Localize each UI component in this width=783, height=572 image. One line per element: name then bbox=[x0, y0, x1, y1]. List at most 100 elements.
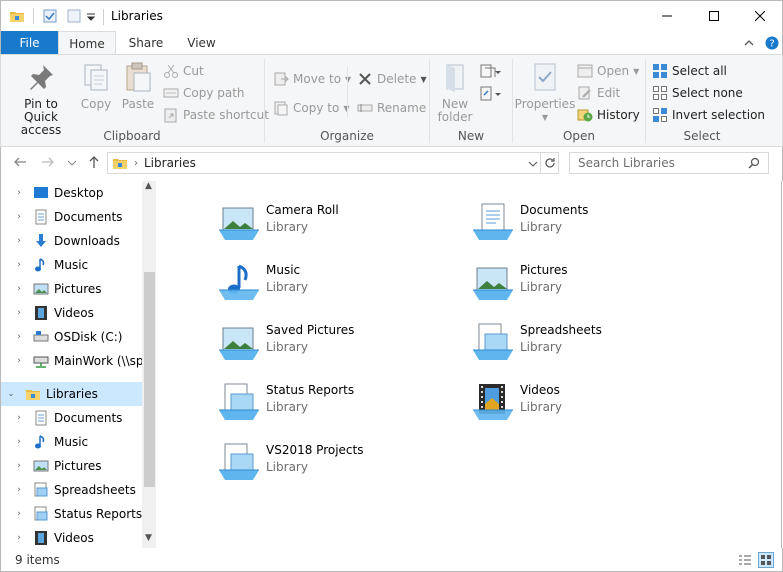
paste-shortcut-button[interactable]: Paste shortcut bbox=[163, 105, 269, 125]
collapse-ribbon-icon[interactable] bbox=[743, 38, 755, 48]
chevron-right-icon[interactable]: › bbox=[13, 212, 25, 222]
maximize-button[interactable] bbox=[691, 1, 736, 31]
chevron-down-icon[interactable] bbox=[86, 8, 96, 24]
library-tile-videos[interactable]: Videos Library bbox=[469, 380, 709, 436]
copy-path-button[interactable]: Copy path bbox=[163, 83, 245, 103]
move-to-button[interactable]: Move to ▼ bbox=[273, 69, 351, 89]
nav-item-lib-pictures[interactable]: › Pictures bbox=[1, 454, 142, 478]
chevron-right-icon[interactable]: › bbox=[13, 485, 25, 495]
select-all-icon bbox=[653, 64, 667, 78]
library-tile-spreadsheets[interactable]: Spreadsheets Library bbox=[469, 320, 709, 376]
select-all-button[interactable]: Select all bbox=[652, 61, 727, 81]
copy-to-button[interactable]: Copy to ▼ bbox=[273, 98, 349, 118]
minimize-button[interactable] bbox=[644, 1, 689, 31]
nav-item-documents[interactable]: › Documents bbox=[1, 205, 142, 229]
library-type: Library bbox=[266, 400, 308, 414]
nav-item-spreadsheets[interactable]: › Spreadsheets bbox=[1, 478, 142, 502]
invert-selection-button[interactable]: Invert selection bbox=[652, 105, 765, 125]
nav-item-osdisk[interactable]: › OSDisk (C:) bbox=[1, 325, 142, 349]
search-input[interactable]: Search Libraries bbox=[569, 152, 769, 174]
back-arrow-icon[interactable] bbox=[13, 155, 27, 169]
nav-item-pictures[interactable]: › Pictures bbox=[1, 277, 142, 301]
scroll-down-icon[interactable]: ▼ bbox=[145, 533, 152, 543]
select-none-button[interactable]: Select none bbox=[652, 83, 743, 103]
open-button[interactable]: Open ▼ bbox=[577, 61, 639, 81]
large-icons-view-icon[interactable] bbox=[758, 552, 774, 568]
nav-item-label: Libraries bbox=[46, 387, 98, 401]
tab-file[interactable]: File bbox=[1, 31, 58, 55]
nav-item-mainwork[interactable]: › MainWork (\\spa bbox=[1, 349, 142, 373]
close-button[interactable] bbox=[737, 1, 782, 31]
chevron-right-icon[interactable]: › bbox=[13, 356, 25, 366]
nav-item-videos[interactable]: › Videos bbox=[1, 301, 142, 325]
nav-item-libraries[interactable]: ⌄ Libraries bbox=[1, 382, 142, 406]
breadcrumb-libraries[interactable]: Libraries bbox=[144, 156, 196, 170]
library-tile-documents[interactable]: Documents Library bbox=[469, 200, 709, 256]
tab-share[interactable]: Share bbox=[121, 31, 171, 55]
chevron-right-icon[interactable]: › bbox=[13, 413, 25, 423]
nav-item-desktop[interactable]: › Desktop bbox=[1, 181, 142, 205]
library-name: Documents bbox=[520, 203, 589, 217]
search-icon bbox=[748, 157, 760, 169]
nav-scrollbar[interactable]: ▲ ▼ bbox=[142, 181, 156, 548]
pin-quick-access-button[interactable]: Pin to Quick access bbox=[7, 61, 75, 137]
paste-shortcut-label: Paste shortcut bbox=[183, 108, 269, 122]
forward-arrow-icon[interactable] bbox=[41, 155, 55, 169]
music-icon bbox=[35, 258, 45, 272]
tab-home[interactable]: Home bbox=[58, 31, 116, 55]
copy-button[interactable]: Copy bbox=[78, 61, 114, 111]
chevron-right-icon[interactable]: › bbox=[13, 437, 25, 447]
new-item-icon[interactable] bbox=[480, 64, 502, 80]
new-folder-icon[interactable] bbox=[66, 8, 82, 24]
chevron-down-icon[interactable]: ⌄ bbox=[5, 389, 17, 399]
chevron-right-icon[interactable]: › bbox=[13, 308, 25, 318]
tab-view[interactable]: View bbox=[179, 31, 224, 55]
library-tile-pictures[interactable]: Pictures Library bbox=[469, 260, 709, 316]
chevron-right-icon[interactable]: › bbox=[13, 533, 25, 543]
address-dropdown-icon[interactable] bbox=[528, 160, 538, 168]
open-label: Open bbox=[597, 64, 630, 78]
library-tile-vs2018-projects[interactable]: VS2018 Projects Library bbox=[215, 440, 455, 496]
library-name: VS2018 Projects bbox=[266, 443, 364, 457]
nav-item-status-reports[interactable]: › Status Reports bbox=[1, 502, 142, 526]
chevron-right-icon[interactable]: › bbox=[13, 260, 25, 270]
edit-button[interactable]: Edit bbox=[577, 83, 620, 103]
quick-access-toolbar bbox=[9, 8, 96, 24]
chevron-right-icon[interactable]: › bbox=[13, 284, 25, 294]
rename-button[interactable]: Rename bbox=[357, 98, 426, 118]
new-folder-button[interactable]: New folder bbox=[436, 61, 474, 124]
recent-locations-icon[interactable] bbox=[67, 159, 77, 167]
chevron-right-icon[interactable]: › bbox=[13, 188, 25, 198]
videos-icon bbox=[35, 531, 47, 545]
rename-label: Rename bbox=[377, 101, 427, 115]
library-tile-saved-pictures[interactable]: Saved Pictures Library bbox=[215, 320, 455, 376]
libraries-icon bbox=[113, 159, 127, 169]
nav-item-music[interactable]: › Music bbox=[1, 253, 142, 277]
help-icon[interactable]: ? bbox=[765, 36, 779, 50]
refresh-icon[interactable] bbox=[544, 157, 556, 169]
nav-item-lib-videos[interactable]: › Videos bbox=[1, 526, 142, 548]
delete-button[interactable]: Delete ▼ bbox=[357, 69, 427, 89]
cut-button[interactable]: Cut bbox=[163, 61, 204, 81]
chevron-right-icon[interactable]: › bbox=[13, 332, 25, 342]
library-tile-status-reports[interactable]: Status Reports Library bbox=[215, 380, 455, 436]
history-button[interactable]: History bbox=[577, 105, 640, 125]
easy-access-icon[interactable] bbox=[480, 86, 502, 102]
address-bar[interactable]: › Libraries bbox=[107, 152, 559, 174]
properties-button[interactable]: Properties ▼ bbox=[515, 61, 575, 124]
paste-button[interactable]: Paste bbox=[119, 61, 157, 111]
details-view-icon[interactable] bbox=[738, 553, 752, 567]
scroll-up-icon[interactable]: ▲ bbox=[145, 181, 152, 191]
nav-item-downloads[interactable]: › Downloads bbox=[1, 229, 142, 253]
library-tile-camera-roll[interactable]: Camera Roll Library bbox=[215, 200, 455, 256]
chevron-right-icon[interactable]: › bbox=[13, 236, 25, 246]
chevron-right-icon[interactable]: › bbox=[13, 509, 25, 519]
up-arrow-icon[interactable] bbox=[87, 155, 101, 169]
music-library-icon bbox=[219, 264, 259, 300]
properties-icon[interactable] bbox=[42, 8, 58, 24]
nav-item-lib-music[interactable]: › Music bbox=[1, 430, 142, 454]
scrollbar-thumb[interactable] bbox=[144, 272, 155, 487]
library-tile-music[interactable]: Music Library bbox=[215, 260, 455, 316]
nav-item-lib-documents[interactable]: › Documents bbox=[1, 406, 142, 430]
chevron-right-icon[interactable]: › bbox=[13, 461, 25, 471]
